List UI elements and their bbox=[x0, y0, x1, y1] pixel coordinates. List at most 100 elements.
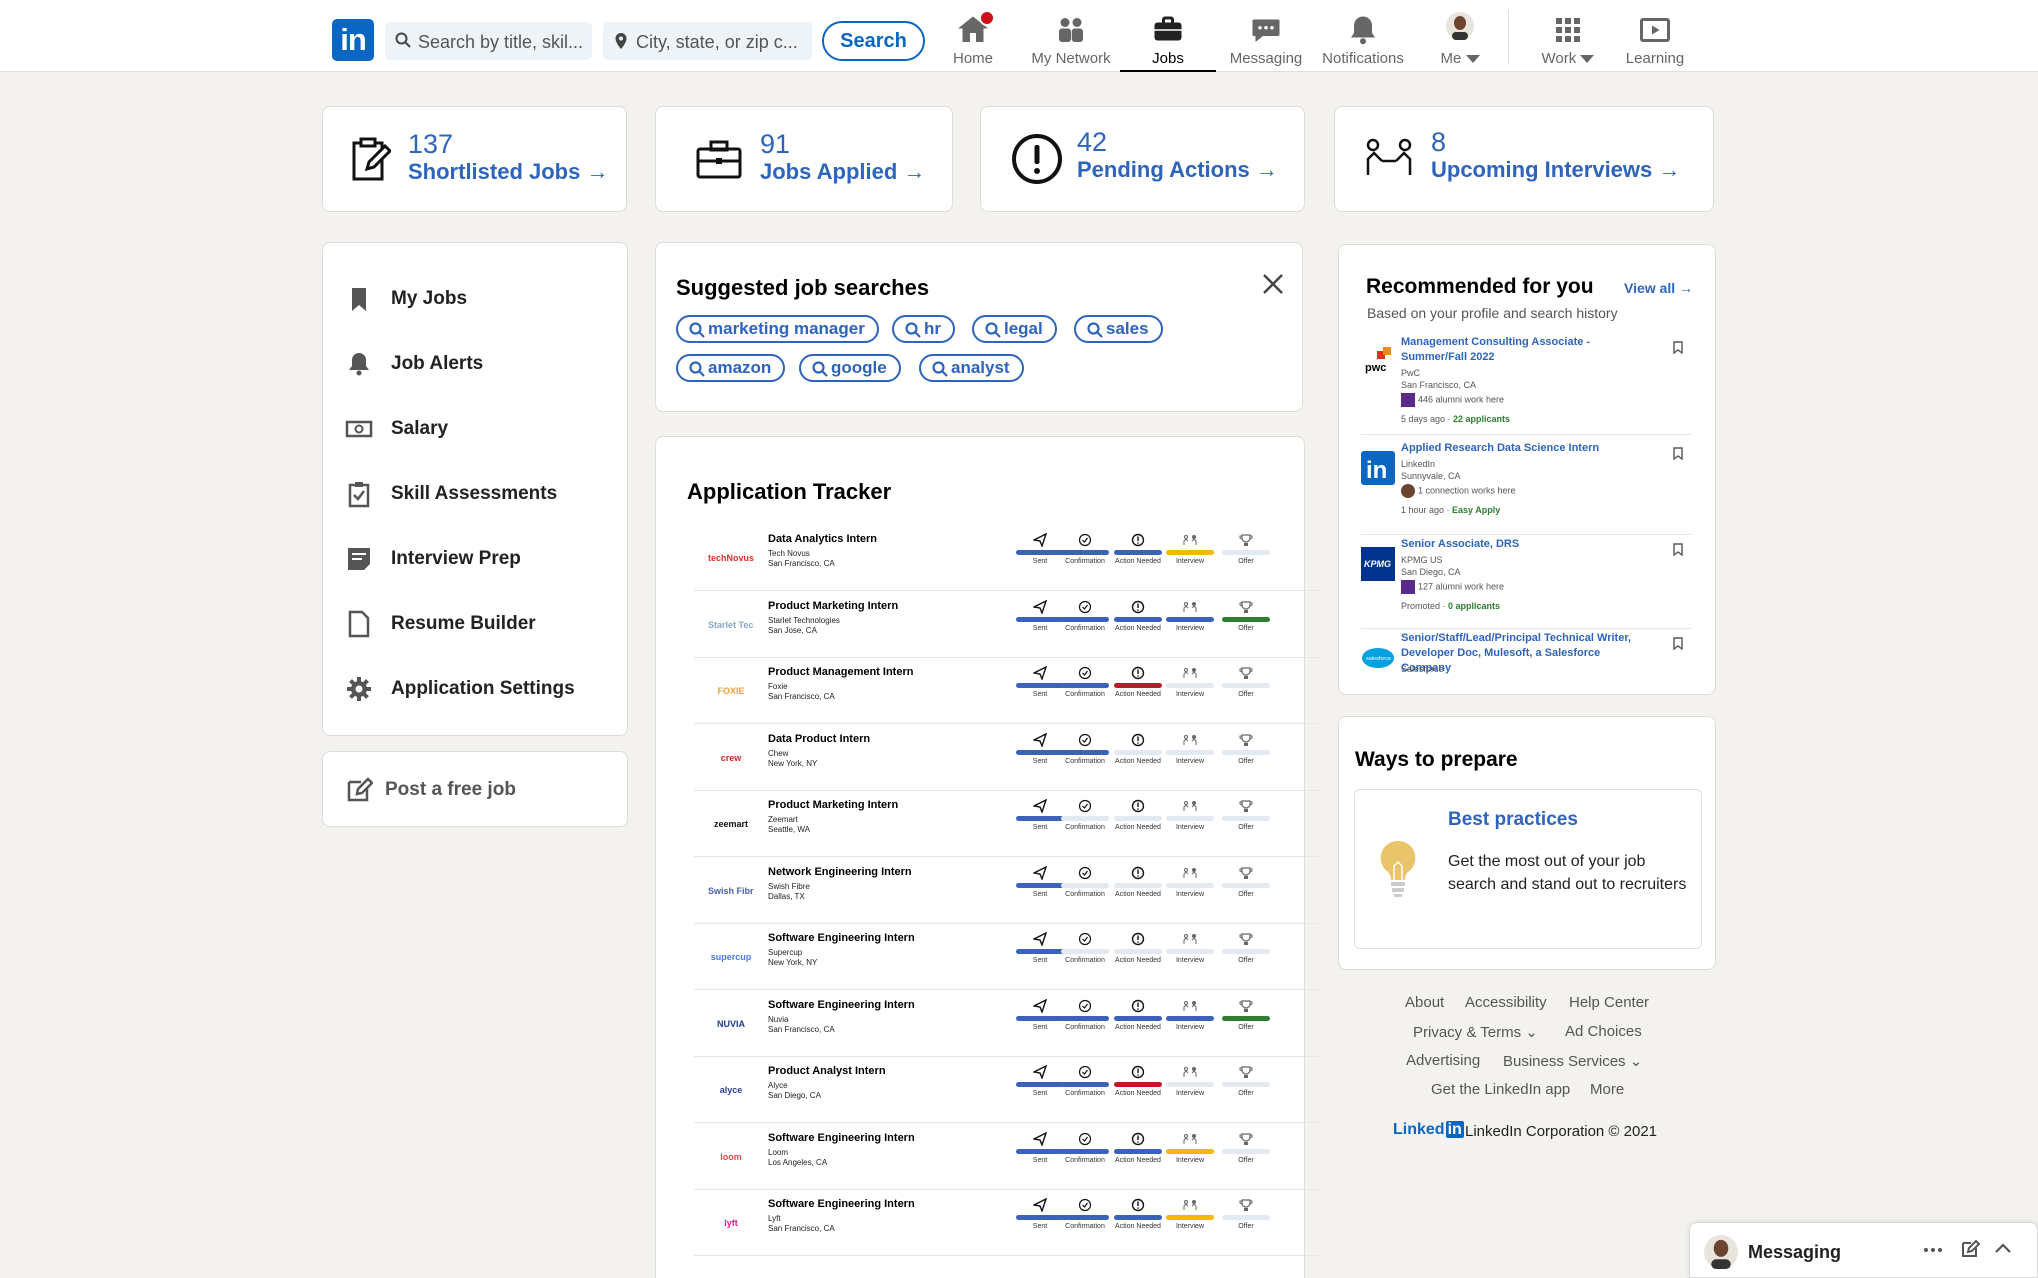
insight-text: 1 connection works here bbox=[1401, 484, 1516, 498]
nav-notifications[interactable]: Notifications bbox=[1316, 0, 1410, 72]
stage-label: Action Needed bbox=[1115, 691, 1161, 698]
compose-icon[interactable] bbox=[1960, 1239, 1980, 1259]
view-all-link[interactable]: View all → bbox=[1624, 280, 1693, 296]
company-logo: salesforce bbox=[1361, 641, 1395, 675]
bookmark-icon[interactable] bbox=[1673, 543, 1683, 556]
company-logo: Starlet Technologies bbox=[708, 619, 754, 630]
tracker-row[interactable]: techNovus Data Analytics Intern Tech Novus… bbox=[694, 525, 1318, 591]
suggested-search-pill[interactable]: legal bbox=[972, 315, 1057, 343]
stat-shortlisted-jobs[interactable]: 137 Shortlisted Jobs → bbox=[322, 106, 627, 212]
sidebar-item-job-alerts[interactable]: Job Alerts bbox=[345, 344, 483, 384]
footer-link-about[interactable]: About bbox=[1405, 994, 1444, 1011]
footer-link-help-center[interactable]: Help Center bbox=[1569, 994, 1649, 1011]
tracker-row[interactable]: Swish Fibre Network Engineering Intern Swi… bbox=[694, 858, 1318, 924]
exclamation-circle-icon bbox=[1131, 733, 1145, 746]
linkedin-logo[interactable]: in bbox=[332, 19, 374, 61]
sidebar-item-interview-prep[interactable]: Interview Prep bbox=[345, 539, 521, 579]
stat-upcoming-interviews[interactable]: 8 Upcoming Interviews → bbox=[1334, 106, 1714, 212]
nav-home[interactable]: Home bbox=[948, 0, 998, 72]
bookmark-icon[interactable] bbox=[1673, 341, 1683, 354]
tracker-row[interactable]: lyft Software Engineering Intern Lyft San F… bbox=[694, 1190, 1318, 1256]
exclamation-circle-icon bbox=[1131, 1198, 1145, 1212]
recommended-job[interactable]: pwc Management Consulting Associate - Sum… bbox=[1361, 335, 1691, 435]
stage-label: Action Needed bbox=[1115, 757, 1161, 765]
chevron-down-icon bbox=[1580, 55, 1595, 64]
stage-label: Confirmation bbox=[1065, 890, 1105, 898]
nav-messaging[interactable]: Messaging bbox=[1224, 0, 1308, 72]
search-button[interactable]: Search bbox=[822, 21, 925, 61]
sidebar-item-application-settings[interactable]: Application Settings bbox=[345, 669, 575, 709]
footer-link-privacy-terms[interactable]: Privacy & Terms ⌄ bbox=[1413, 1023, 1538, 1041]
send-icon bbox=[1033, 998, 1047, 1013]
nav-me[interactable]: Me bbox=[1430, 0, 1490, 72]
stage-label: Sent bbox=[1032, 691, 1048, 698]
interview-icon bbox=[1183, 867, 1197, 878]
stage-progress-bar bbox=[1222, 1148, 1270, 1154]
messaging-bar[interactable]: Messaging bbox=[1689, 1222, 2038, 1278]
company-logo: crew bbox=[720, 752, 742, 763]
job-footer: Promoted · 0 applicants bbox=[1401, 600, 1500, 612]
stage-label: Offer bbox=[1238, 1023, 1254, 1031]
recommended-job[interactable]: KPMG Senior Associate, DRS KPMG US San Dieg… bbox=[1361, 537, 1691, 629]
job-search-input[interactable]: Search by title, skil... bbox=[385, 22, 592, 60]
tracker-row[interactable]: supercup Software Engineering Intern Super… bbox=[694, 924, 1318, 990]
sidebar-item-my-jobs[interactable]: My Jobs bbox=[345, 279, 467, 319]
location-search-input[interactable]: City, state, or zip c... bbox=[603, 22, 812, 60]
stage-label: Interview bbox=[1175, 558, 1204, 565]
stat-pending-actions[interactable]: 42 Pending Actions → bbox=[980, 106, 1305, 212]
tracker-row[interactable]: loom Software Engineering Intern Loom Los A… bbox=[694, 1124, 1318, 1190]
sidebar-item-skill-assessments[interactable]: Skill Assessments bbox=[345, 474, 557, 514]
best-practices-card[interactable]: Best practices Get the most out of your … bbox=[1354, 789, 1702, 949]
stat-jobs-applied[interactable]: 91 Jobs Applied → bbox=[655, 106, 953, 212]
footer-link-more[interactable]: More bbox=[1590, 1081, 1624, 1098]
recommended-job[interactable]: in Applied Research Data Science Intern Li… bbox=[1361, 441, 1691, 535]
stage-progress-bar bbox=[1016, 616, 1064, 622]
nav-divider bbox=[1508, 10, 1509, 64]
footer-link-advertising[interactable]: Advertising bbox=[1406, 1052, 1480, 1069]
bookmark-icon[interactable] bbox=[1673, 637, 1683, 650]
tracker-row[interactable]: NUVIA Software Engineering Intern Nuvia San… bbox=[694, 991, 1318, 1057]
footer-link-accessibility[interactable]: Accessibility bbox=[1465, 994, 1547, 1011]
sidebar-item-resume-builder[interactable]: Resume Builder bbox=[345, 604, 536, 644]
nav-my-network[interactable]: My Network bbox=[1026, 0, 1116, 72]
tracker-row[interactable]: crew Data Product Intern Chew New York, NY S… bbox=[694, 725, 1318, 791]
stage-label: Sent bbox=[1032, 957, 1048, 964]
suggested-search-pill[interactable]: sales bbox=[1074, 315, 1163, 343]
job-company-location: Swish Fibre Dallas, TX bbox=[768, 882, 810, 902]
job-title: Product Marketing Intern bbox=[768, 599, 899, 612]
tracker-row[interactable]: zeemart Product Marketing Intern Zeemart Se… bbox=[694, 791, 1318, 857]
nav-work[interactable]: Work bbox=[1530, 0, 1606, 72]
stage-label: Confirmation bbox=[1065, 624, 1105, 632]
footer-link-get-app[interactable]: Get the LinkedIn app bbox=[1431, 1081, 1570, 1098]
tracker-row[interactable]: Starlet Technologies Product Marketing In… bbox=[694, 592, 1318, 658]
nav-learning[interactable]: Learning bbox=[1618, 0, 1692, 72]
best-practices-link[interactable]: Best practices bbox=[1448, 809, 1578, 831]
sidebar-item-label: My Jobs bbox=[391, 288, 468, 309]
sidebar-item-salary[interactable]: Salary bbox=[345, 409, 448, 449]
footer-link-business-services[interactable]: Business Services ⌄ bbox=[1503, 1052, 1642, 1070]
job-location: San Francisco, CA bbox=[768, 1224, 835, 1233]
bookmark-icon[interactable] bbox=[1673, 447, 1683, 460]
stage-label: Sent bbox=[1032, 624, 1048, 632]
suggested-search-pill[interactable]: analyst bbox=[919, 354, 1024, 382]
interview-icon bbox=[1183, 668, 1197, 678]
stage-action-needed: Action Needed bbox=[1113, 1065, 1163, 1097]
more-icon[interactable] bbox=[1923, 1245, 1943, 1255]
stage-label: Interview bbox=[1175, 757, 1204, 765]
stage-confirmation: Confirmation bbox=[1060, 999, 1110, 1031]
chevron-down-icon bbox=[1465, 55, 1480, 64]
close-icon[interactable] bbox=[1262, 273, 1284, 295]
suggested-search-pill[interactable]: marketing manager bbox=[676, 315, 879, 343]
suggested-search-pill[interactable]: hr bbox=[892, 315, 955, 343]
tracker-row[interactable]: alyce Product Analyst Intern Alyce San Dieg… bbox=[694, 1057, 1318, 1123]
nav-jobs[interactable]: Jobs bbox=[1120, 0, 1216, 72]
tracker-row[interactable]: FOXIE Product Management Intern Foxie San F… bbox=[694, 658, 1318, 724]
chevron-up-icon[interactable] bbox=[1994, 1241, 2012, 1255]
recommended-job[interactable]: salesforce Senior/Staff/Lead/Principal Te… bbox=[1361, 631, 1691, 691]
suggested-search-pill[interactable]: amazon bbox=[676, 354, 786, 382]
suggested-search-pill[interactable]: google bbox=[799, 354, 901, 382]
post-free-job-button[interactable]: Post a free job bbox=[322, 751, 628, 827]
footer-link-ad-choices[interactable]: Ad Choices bbox=[1565, 1023, 1642, 1040]
best-practices-text: Get the most out of your job search and … bbox=[1448, 853, 1687, 893]
stage-offer: Offer bbox=[1221, 999, 1271, 1031]
